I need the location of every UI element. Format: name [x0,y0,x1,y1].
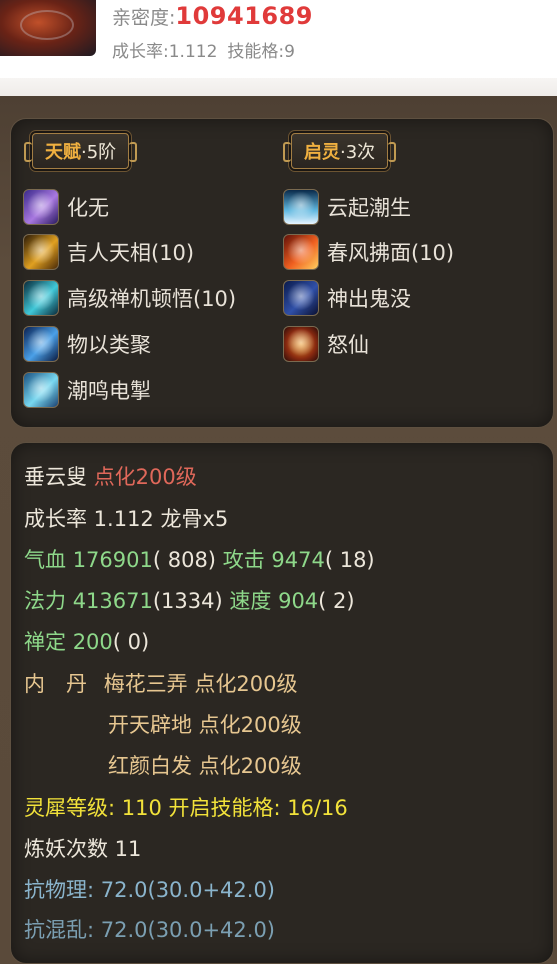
zen-rune-icon [23,280,59,316]
growth-rate: 成长率:1.112 [112,42,218,62]
talent-label: 天赋 [45,142,81,163]
cloud-tide-icon [283,189,319,225]
zen-label: 禅定 [24,630,66,654]
pet-summary-card: 亲密度:10941689 成长率:1.112 技能格:9 [0,0,557,96]
atk-extra: ( 18) [324,548,375,572]
enlighten-level: 点化200级 [93,465,197,489]
growth-detail: 成长率 1.112 龙骨x5 [24,507,229,531]
skill-chaoming-dianche[interactable]: 潮鸣电掣 [23,372,151,408]
zen-row: 禅定 200( 0) [24,626,149,656]
spd-extra: ( 2) [318,589,355,613]
inner-dan-label: 内 丹 [24,672,87,696]
skill-label: 物以类聚 [67,333,151,357]
pet-name: 垂云叟 [24,465,87,489]
spirit-count: ·3次 [340,142,376,163]
mp-spd-row: 法力 413671(1334) 速度 904( 2) [24,585,355,615]
wave-lightning-icon [23,372,59,408]
inner-dan-3[interactable]: 红颜白发 点化200级 [108,750,302,780]
pet-name-row: 垂云叟 点化200级 [24,461,197,491]
spirit-label: 启灵 [304,142,340,163]
talent-level: ·5阶 [81,142,117,163]
skill-gaoji-chanji[interactable]: 高级禅机顿悟(10) [23,280,237,316]
skill-shenchu-guimo[interactable]: 神出鬼没 [283,280,411,316]
inner-dan-2[interactable]: 开天辟地 点化200级 [108,709,302,739]
refine-count: 炼妖次数 11 [24,837,142,861]
atk-value: 9474 [271,548,325,572]
rhino-level: 灵犀等级: 110 开启技能格: 16/16 [24,796,348,820]
skill-chunfeng-fumian[interactable]: 春风拂面(10) [283,234,455,270]
skill-label: 潮鸣电掣 [67,379,151,403]
resist-physical: 抗物理: 72.0(30.0+42.0) [24,878,276,902]
inner-dan-row-1: 内 丹 梅花三弄 点化200级 [24,668,297,698]
hp-atk-row: 气血 176901( 808) 攻击 9474( 18) [24,544,375,574]
zen-value: 200 [72,630,113,654]
pet-avatar[interactable] [0,0,96,56]
skill-label: 云起潮生 [327,196,411,220]
skill-huawu[interactable]: 化无 [23,189,109,225]
swirl-purple-icon [23,189,59,225]
spd-label: 速度 [229,589,272,613]
hidden-rune-icon [283,280,319,316]
hp-value: 176901 [72,548,153,572]
skill-nuxian[interactable]: 怒仙 [283,326,369,362]
skill-label: 高级禅机顿悟(10) [67,287,237,311]
fury-immortal-icon [283,326,319,362]
atk-label: 攻击 [222,548,265,572]
skill-wuyileiju[interactable]: 物以类聚 [23,326,151,362]
resist-chaos: 抗混乱: 72.0(30.0+42.0) [24,918,276,942]
spd-value: 904 [278,589,319,613]
hp-extra: ( 808) [152,548,217,572]
intimacy-row: 亲密度:10941689 [112,2,313,30]
skill-yunqi-chaosheng[interactable]: 云起潮生 [283,189,411,225]
mp-value: 413671 [72,589,153,613]
card-divider [0,78,557,96]
skill-label: 春风拂面(10) [327,241,455,265]
intimacy-label: 亲密度: [112,7,176,29]
skill-label: 化无 [67,196,109,220]
spirit-plaque[interactable]: 启灵 ·3次 [282,133,397,169]
growth-row: 成长率:1.112 技能格:9 [112,37,295,62]
intimacy-value: 10941689 [175,2,313,30]
skill-label: 吉人天相(10) [67,241,195,265]
skill-slots: 技能格:9 [227,42,295,62]
skill-label: 怒仙 [327,333,369,357]
inner-dan-1[interactable]: 梅花三弄 点化200级 [104,672,298,696]
skill-jiren-tianxiang[interactable]: 吉人天相(10) [23,234,195,270]
hp-label: 气血 [24,548,66,572]
zen-extra: ( 0) [112,630,150,654]
mp-label: 法力 [24,589,66,613]
skill-label: 神出鬼没 [327,287,411,311]
fire-wind-icon [283,234,319,270]
talent-plaque[interactable]: 天赋 ·5阶 [23,133,138,169]
blue-orb-icon [23,326,59,362]
golden-figure-icon [23,234,59,270]
mp-extra: (1334) [152,589,223,613]
